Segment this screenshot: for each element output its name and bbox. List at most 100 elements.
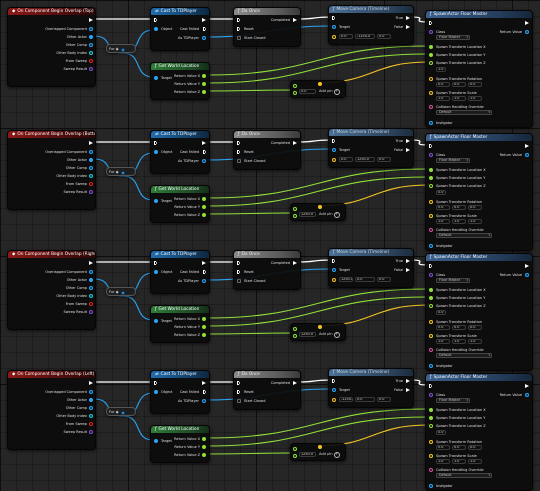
event-node-header[interactable]: ◆ On Component Begin Overlap (Left)	[8, 371, 95, 378]
rotation-pin[interactable]	[429, 440, 433, 444]
rotation-x-field[interactable]: 0.0	[436, 205, 450, 210]
from-sweep-pin[interactable]	[89, 422, 93, 426]
get-world-location-node[interactable]: ƒ Get World Location Target Return Value …	[150, 425, 210, 463]
cast-failed-pin[interactable]	[203, 27, 206, 31]
event-node[interactable]: ◆ On Component Begin Overlap (Bottom) Ove…	[7, 130, 96, 210]
exec-out-pin[interactable]	[202, 261, 206, 265]
rotation-x-field[interactable]: 0.0	[436, 445, 450, 450]
object-wire[interactable]	[122, 295, 154, 321]
scale-y-field[interactable]: 1.0	[452, 459, 466, 464]
scale-y-field[interactable]: 1.0	[452, 339, 466, 344]
add-pin-button[interactable]: Add pin +	[319, 332, 340, 338]
return-value-pin[interactable]	[525, 273, 529, 277]
event-node[interactable]: ◆ On Component Begin Overlap (Left) Overl…	[7, 370, 96, 450]
get-world-location-node[interactable]: ƒ Get World Location Target Return Value …	[150, 305, 210, 343]
return-x-pin[interactable]	[202, 197, 206, 201]
transform-wire[interactable]	[206, 89, 293, 92]
gate-node[interactable]: ƒ Do Once Completed Reset Start Closed	[233, 130, 301, 170]
timeline-node-header[interactable]: ƒ Move Camera (Timeline)	[329, 129, 413, 136]
cast-node[interactable]: ⇄ Cast To TDPlayer Object Cast Failed As …	[150, 370, 210, 414]
spawn-actor-node[interactable]: ƒ SpawnActor Floor Master Class Return Va…	[425, 373, 533, 491]
transform-wire[interactable]	[206, 408, 429, 439]
exec-out-pin[interactable]	[89, 261, 93, 265]
from-sweep-pin[interactable]	[89, 302, 93, 306]
other-comp-pin[interactable]	[89, 43, 93, 47]
transform-location-z-pin[interactable]	[429, 424, 433, 428]
spawn-actor-header[interactable]: ƒ SpawnActor Floor Master	[426, 134, 532, 141]
exec-out-pin[interactable]	[89, 381, 93, 385]
instigator-pin[interactable]	[429, 121, 433, 125]
sweep-result-pin[interactable]	[89, 310, 93, 314]
output-pin[interactable]	[318, 445, 322, 449]
class-pin[interactable]	[429, 273, 433, 277]
target-pin[interactable]	[154, 319, 158, 323]
collision-pin[interactable]	[429, 468, 433, 472]
cast-node[interactable]: ⇄ Cast To TDPlayer Object Cast Failed As …	[150, 250, 210, 294]
make-value-field[interactable]: 1250.0	[299, 332, 316, 337]
gate-node-header[interactable]: ƒ Do Once	[234, 251, 300, 258]
scale-z-field[interactable]: 1.0	[468, 459, 482, 464]
target-pin[interactable]	[332, 25, 336, 29]
scale-x-field[interactable]: 1.0	[436, 96, 450, 101]
exec-out-pin[interactable]	[525, 264, 529, 268]
completed-pin[interactable]	[293, 381, 297, 385]
transform-wire[interactable]	[206, 176, 429, 207]
timeline-node-header[interactable]: ƒ Move Camera (Timeline)	[329, 369, 413, 376]
exec-in-pin[interactable]	[429, 144, 432, 148]
reroute-knot[interactable]	[121, 48, 125, 52]
return-y-pin[interactable]	[202, 205, 206, 209]
world-location-header[interactable]: ƒ Get World Location	[151, 306, 209, 313]
world-location-header[interactable]: ƒ Get World Location	[151, 186, 209, 193]
reset-pin[interactable]	[237, 150, 240, 154]
event-node-header[interactable]: ◆ On Component Begin Overlap (Bottom)	[8, 131, 95, 138]
spawn-actor-node[interactable]: ƒ SpawnActor Floor Master Class Return Va…	[425, 253, 533, 371]
cast-node-header[interactable]: ⇄ Cast To TDPlayer	[151, 8, 209, 15]
exec-wire[interactable]	[297, 16, 332, 20]
add-pin-button[interactable]: Add pin +	[319, 89, 340, 95]
transform-location-x-pin[interactable]	[429, 408, 433, 412]
transform-wire[interactable]	[206, 168, 429, 199]
target-pin[interactable]	[332, 388, 336, 392]
vector-y-field[interactable]: 0.0	[355, 397, 375, 402]
exec-in-pin[interactable]	[237, 261, 240, 265]
exec-out-pin[interactable]	[525, 144, 529, 148]
return-z-pin[interactable]	[202, 333, 206, 337]
scale-y-field[interactable]: 1.0	[452, 96, 466, 101]
scale-x-field[interactable]: 1.0	[436, 219, 450, 224]
exec-in-pin[interactable]	[429, 384, 432, 388]
cast-failed-pin[interactable]	[203, 390, 206, 394]
other-body-index-pin[interactable]	[89, 414, 93, 418]
reroute-knot[interactable]	[121, 291, 125, 295]
exec-in-pin[interactable]	[154, 381, 157, 385]
event-node-header[interactable]: ◆ On Component Begin Overlap (Right)	[8, 251, 95, 258]
class-dropdown[interactable]: Floor Master ▾	[436, 398, 470, 403]
object-pin[interactable]	[154, 27, 158, 31]
timeline-node[interactable]: ƒ Move Camera (Timeline) Target True Fals…	[328, 248, 414, 288]
false-exec-pin[interactable]	[406, 388, 410, 392]
target-pin[interactable]	[154, 199, 158, 203]
spawn-actor-node[interactable]: ƒ SpawnActor Floor Master Class Return Va…	[425, 133, 533, 251]
from-sweep-pin[interactable]	[89, 182, 93, 186]
world-location-header[interactable]: ƒ Get World Location	[151, 63, 209, 70]
start-closed-checkbox[interactable]	[237, 399, 241, 403]
exec-in-pin[interactable]	[332, 379, 335, 383]
collision-pin[interactable]	[429, 348, 433, 352]
exec-in-pin[interactable]	[332, 16, 335, 20]
false-exec-pin[interactable]	[406, 148, 410, 152]
output-pin[interactable]	[318, 205, 322, 209]
scale-z-field[interactable]: 1.0	[468, 219, 482, 224]
timeline-node[interactable]: ƒ Move Camera (Timeline) Target True Fals…	[328, 128, 414, 168]
class-pin[interactable]	[429, 30, 433, 34]
start-closed-checkbox[interactable]	[237, 159, 241, 163]
rotation-z-field[interactable]: 0.0	[468, 82, 482, 87]
input-pin-b[interactable]	[293, 454, 297, 458]
sweep-result-pin[interactable]	[89, 430, 93, 434]
gate-node[interactable]: ƒ Do Once Completed Reset Start Closed	[233, 370, 301, 410]
scale-z-field[interactable]: 1.0	[468, 96, 482, 101]
completed-pin[interactable]	[293, 141, 297, 145]
exec-out-pin[interactable]	[202, 18, 206, 22]
true-exec-pin[interactable]	[406, 16, 410, 20]
cast-node[interactable]: ⇄ Cast To TDPlayer Object Cast Failed As …	[150, 130, 210, 174]
output-pin[interactable]	[318, 325, 322, 329]
gate-node-header[interactable]: ƒ Do Once	[234, 8, 300, 15]
